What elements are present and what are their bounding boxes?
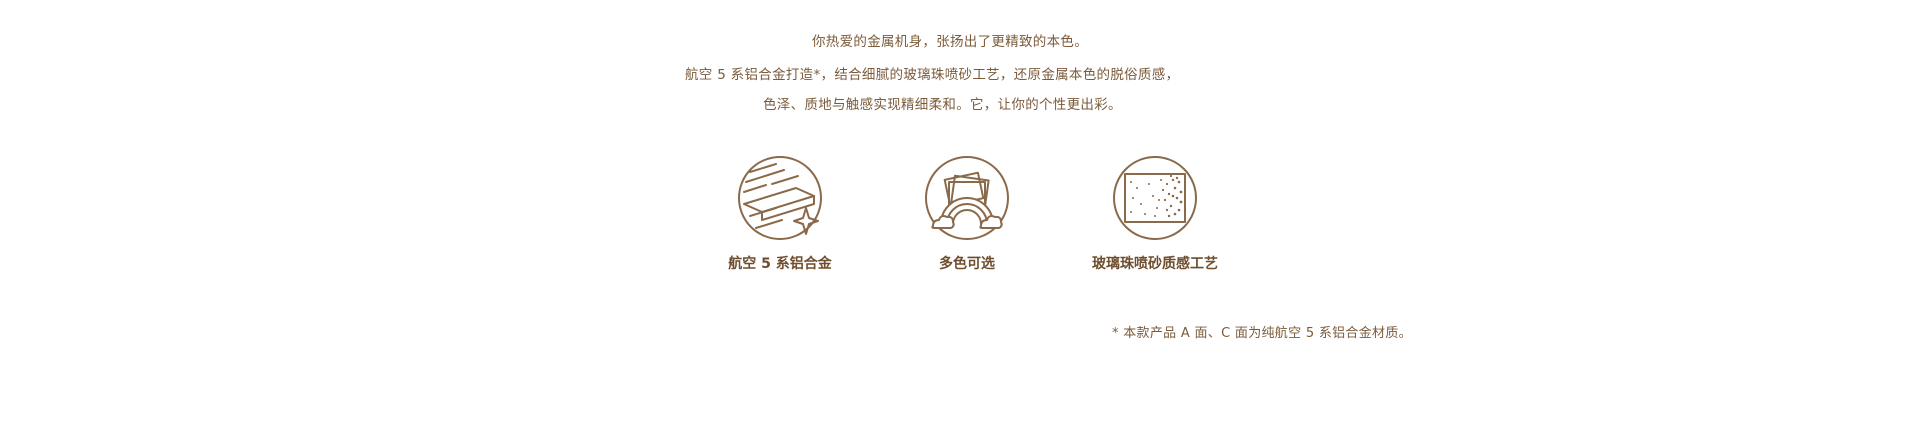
- feature-aluminum: 航空 5 系铝合金: [680, 150, 880, 280]
- sandblast-icon: [1113, 156, 1197, 240]
- feature-multicolor: 多色可选: [867, 150, 1067, 280]
- aluminum-alloy-icon: [738, 156, 822, 240]
- feature-label: 航空 5 系铝合金: [728, 256, 832, 272]
- feature-sandblast: 玻璃珠喷砂质感工艺: [1055, 150, 1255, 280]
- feature-label: 玻璃珠喷砂质感工艺: [1092, 256, 1218, 272]
- intro-line-2: 航空 5 系铝合金打造*，结合细腻的玻璃珠喷砂工艺，还原金属本色的脱俗质感，: [685, 67, 1180, 83]
- intro-line-1: 你热爱的金属机身，张扬出了更精致的本色。: [812, 34, 1088, 50]
- intro-line-3: 色泽、质地与触感实现精细柔和。它，让你的个性更出彩。: [763, 97, 1122, 113]
- multi-color-icon: [925, 156, 1009, 240]
- feature-label: 多色可选: [939, 256, 995, 272]
- material-footnote: * 本款产品 A 面、C 面为纯航空 5 系铝合金材质。: [1112, 326, 1412, 341]
